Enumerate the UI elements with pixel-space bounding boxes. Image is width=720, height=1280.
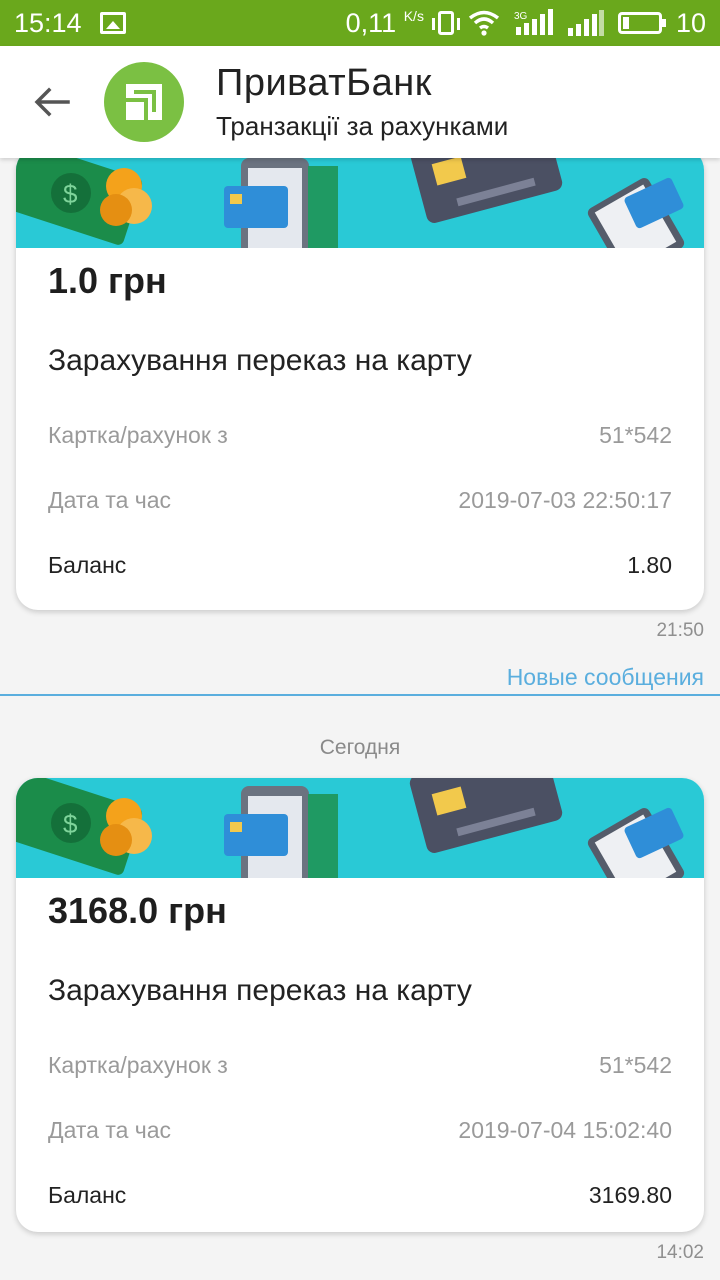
message-time: 21:50 [656,620,704,641]
detail-row-balance: Баланс 3169.80 [48,1182,672,1209]
app-title: ПриватБанк [216,62,432,104]
message-list[interactable]: $ 1.0 грн Зарахування переказ на карту К… [0,158,720,1280]
detail-row-card: Картка/рахунок з 51*542 [48,422,672,449]
detail-row-datetime: Дата та час 2019-07-04 15:02:40 [48,1117,672,1144]
phone-card-icon [224,158,338,248]
detail-row-datetime: Дата та час 2019-07-03 22:50:17 [48,487,672,514]
transaction-amount: 1.0 грн [48,260,167,301]
app-header: ПриватБанк Транзакції за рахунками [0,46,720,158]
money-icon: $ [16,778,152,875]
row-label: Баланс [48,552,127,578]
card-banner-illustration: $ [16,158,704,248]
phone-card-icon [224,786,338,878]
battery-icon [617,12,666,34]
battery-level: 10 [675,7,706,38]
transaction-description: Зарахування переказ на карту [48,974,472,1007]
status-bar: 15:14 0,11 K/s 3G 10 [0,0,720,46]
row-label: Картка/рахунок з [48,422,228,448]
row-value: 2019-07-03 22:50:17 [458,487,672,513]
credit-card-icon [409,778,563,853]
signal-3g-icon: 3G [514,9,553,35]
row-label: Дата та час [48,1117,172,1143]
money-icon: $ [16,158,152,245]
svg-text:$: $ [63,179,78,209]
network-speed: 0,11 K/s [345,7,424,38]
row-value: 51*542 [599,422,672,448]
row-value: 1.80 [627,552,672,578]
day-separator: Сегодня [319,736,401,759]
status-time: 15:14 [14,7,82,38]
back-button[interactable] [22,72,82,132]
app-subtitle: Транзакції за рахунками [216,111,509,141]
row-value: 51*542 [599,1052,672,1078]
row-label: Картка/рахунок з [48,1052,228,1078]
transaction-amount: 3168.0 грн [48,890,227,931]
network-type-label: 3G [514,11,528,22]
card-banner-illustration: $ [16,778,704,878]
transaction-description: Зарахування переказ на карту [48,344,472,377]
detail-row-card: Картка/рахунок з 51*542 [48,1052,672,1079]
transaction-card[interactable]: $ [16,158,704,610]
card-reader-icon [587,177,685,248]
row-value: 3169.80 [588,1182,672,1208]
row-label: Дата та час [48,487,172,513]
transaction-card[interactable]: $ [16,778,704,1232]
row-label: Баланс [48,1182,127,1208]
vibrate-icon [431,11,460,35]
card-reader-icon [587,807,685,878]
svg-text:$: $ [63,809,78,839]
back-arrow-icon [34,87,70,117]
new-messages-divider [0,694,720,696]
gallery-icon [99,12,126,34]
header-titles[interactable]: ПриватБанк Транзакції за рахунками [216,62,508,142]
new-messages-label: Новые сообщения [506,664,704,690]
privatbank-logo-icon[interactable] [104,62,184,142]
credit-card-icon [409,158,563,223]
detail-row-balance: Баланс 1.80 [48,552,672,579]
row-value: 2019-07-04 15:02:40 [458,1117,672,1143]
wifi-icon [468,10,500,36]
message-time: 14:02 [656,1242,704,1263]
signal-icon [567,10,604,36]
